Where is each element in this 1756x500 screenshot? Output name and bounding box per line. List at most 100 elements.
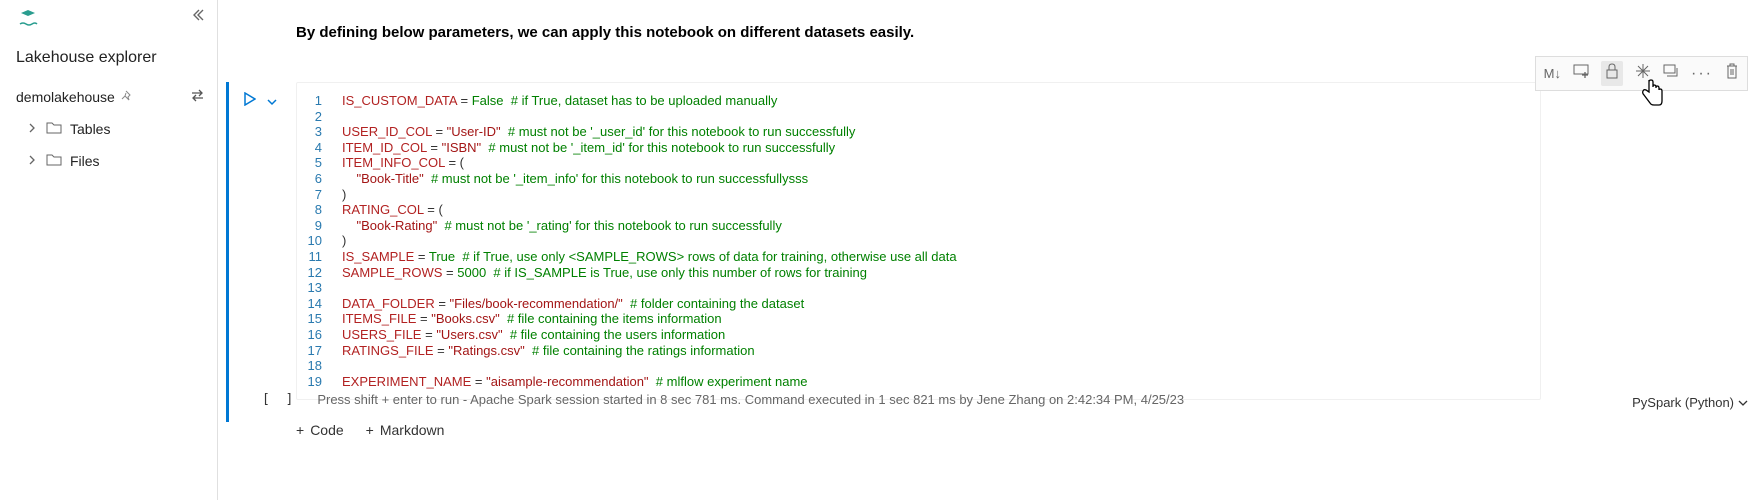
run-cell-icon[interactable]: [244, 92, 256, 111]
code-line[interactable]: 7): [297, 187, 1540, 203]
line-number: 9: [297, 218, 342, 234]
code-line[interactable]: 8RATING_COL = (: [297, 202, 1540, 218]
line-number: 10: [297, 233, 342, 249]
chevron-down-icon[interactable]: [266, 94, 278, 110]
line-number: 1: [297, 93, 342, 109]
code-content: RATINGS_FILE = "Ratings.csv" # file cont…: [342, 343, 755, 359]
tree-item-label: Files: [70, 153, 100, 169]
code-line[interactable]: 17RATINGS_FILE = "Ratings.csv" # file co…: [297, 343, 1540, 359]
code-line[interactable]: 10): [297, 233, 1540, 249]
lakehouse-name: demolakehouse: [16, 89, 115, 105]
notebook-main: By defining below parameters, we can app…: [218, 0, 1756, 500]
more-options-icon[interactable]: ···: [1691, 65, 1713, 83]
code-line[interactable]: 2: [297, 109, 1540, 125]
lakehouse-name-row[interactable]: demolakehouse: [16, 89, 205, 105]
code-line[interactable]: 12SAMPLE_ROWS = 5000 # if IS_SAMPLE is T…: [297, 265, 1540, 281]
add-markdown-label: Markdown: [380, 422, 445, 438]
code-cell[interactable]: 1IS_CUSTOM_DATA = False # if True, datas…: [296, 82, 1541, 400]
convert-markdown-button[interactable]: M↓: [1544, 66, 1561, 81]
add-cell-below-icon[interactable]: [1573, 64, 1589, 83]
line-number: 17: [297, 343, 342, 359]
code-line[interactable]: 15ITEMS_FILE = "Books.csv" # file contai…: [297, 311, 1540, 327]
code-line[interactable]: 4ITEM_ID_COL = "ISBN" # must not be '_it…: [297, 140, 1540, 156]
line-number: 2: [297, 109, 342, 125]
line-number: 4: [297, 140, 342, 156]
cell-active-indicator: [226, 82, 229, 422]
line-number: 5: [297, 155, 342, 171]
explorer-tree: Tables Files: [12, 121, 205, 169]
code-line[interactable]: 13: [297, 280, 1540, 296]
code-line[interactable]: 9 "Book-Rating" # must not be '_rating' …: [297, 218, 1540, 234]
folder-icon: [46, 121, 62, 137]
execution-count-brackets: [ ]: [262, 392, 293, 407]
cell-toolbar: M↓ ···: [1535, 56, 1748, 91]
code-content: EXPERIMENT_NAME = "aisample-recommendati…: [342, 374, 808, 390]
delete-cell-icon[interactable]: [1725, 63, 1739, 84]
code-content: [342, 109, 346, 125]
code-content: ): [342, 233, 346, 249]
add-cell-buttons: + Code + Markdown: [296, 422, 444, 438]
code-content: IS_SAMPLE = True # if True, use only <SA…: [342, 249, 957, 265]
code-content: IS_CUSTOM_DATA = False # if True, datase…: [342, 93, 777, 109]
code-content: [342, 280, 346, 296]
lakehouse-logo-icon: [18, 10, 205, 33]
plus-icon: +: [366, 422, 374, 438]
add-markdown-button[interactable]: + Markdown: [366, 422, 445, 438]
code-line[interactable]: 11IS_SAMPLE = True # if True, use only <…: [297, 249, 1540, 265]
code-content: [342, 358, 346, 374]
line-number: 13: [297, 280, 342, 296]
tree-item-label: Tables: [70, 121, 110, 137]
code-content: USER_ID_COL = "User-ID" # must not be '_…: [342, 124, 855, 140]
code-line[interactable]: 14DATA_FOLDER = "Files/book-recommendati…: [297, 296, 1540, 312]
code-content: "Book-Rating" # must not be '_rating' fo…: [342, 218, 782, 234]
line-number: 18: [297, 358, 342, 374]
plus-icon: +: [296, 422, 304, 438]
code-line[interactable]: 16USERS_FILE = "Users.csv" # file contai…: [297, 327, 1540, 343]
markdown-heading: By defining below parameters, we can app…: [296, 24, 914, 41]
code-content: ITEM_INFO_COL = (: [342, 155, 464, 171]
lakehouse-explorer-sidebar: Lakehouse explorer demolakehouse Tables F…: [0, 0, 218, 500]
code-content: SAMPLE_ROWS = 5000 # if IS_SAMPLE is Tru…: [342, 265, 867, 281]
lock-cell-icon[interactable]: [1601, 61, 1623, 86]
add-code-button[interactable]: + Code: [296, 422, 344, 438]
line-number: 12: [297, 265, 342, 281]
chevron-right-icon: [28, 123, 36, 136]
code-content: "Book-Title" # must not be '_item_info' …: [342, 171, 808, 187]
line-number: 16: [297, 327, 342, 343]
code-line[interactable]: 19EXPERIMENT_NAME = "aisample-recommenda…: [297, 374, 1540, 390]
duplicate-cell-icon[interactable]: [1663, 64, 1679, 83]
code-line[interactable]: 1IS_CUSTOM_DATA = False # if True, datas…: [297, 93, 1540, 109]
language-selector[interactable]: PySpark (Python): [1632, 395, 1748, 410]
folder-icon: [46, 153, 62, 169]
language-label: PySpark (Python): [1632, 395, 1734, 410]
collapse-sidebar-icon[interactable]: [191, 8, 205, 25]
code-line[interactable]: 18: [297, 358, 1540, 374]
code-content: ITEM_ID_COL = "ISBN" # must not be '_ite…: [342, 140, 835, 156]
line-number: 6: [297, 171, 342, 187]
code-line[interactable]: 5ITEM_INFO_COL = (: [297, 155, 1540, 171]
line-number: 7: [297, 187, 342, 203]
swap-icon[interactable]: [190, 89, 205, 105]
add-code-label: Code: [310, 422, 343, 438]
line-number: 11: [297, 249, 342, 265]
code-line[interactable]: 6 "Book-Title" # must not be '_item_info…: [297, 171, 1540, 187]
explorer-title: Lakehouse explorer: [16, 49, 205, 67]
cell-run-controls: [244, 92, 278, 111]
cell-status-row: [ ] Press shift + enter to run - Apache …: [258, 392, 1756, 407]
line-number: 3: [297, 124, 342, 140]
chevron-right-icon: [28, 155, 36, 168]
line-number: 8: [297, 202, 342, 218]
pin-icon[interactable]: [121, 90, 133, 105]
chevron-down-icon: [1738, 399, 1748, 407]
freeze-cell-icon[interactable]: [1635, 63, 1651, 84]
line-number: 19: [297, 374, 342, 390]
line-number: 15: [297, 311, 342, 327]
tree-item[interactable]: Files: [28, 153, 205, 169]
tree-item[interactable]: Tables: [28, 121, 205, 137]
line-number: 14: [297, 296, 342, 312]
code-content: ): [342, 187, 346, 203]
code-line[interactable]: 3USER_ID_COL = "User-ID" # must not be '…: [297, 124, 1540, 140]
code-content: ITEMS_FILE = "Books.csv" # file containi…: [342, 311, 722, 327]
code-content: USERS_FILE = "Users.csv" # file containi…: [342, 327, 725, 343]
code-content: DATA_FOLDER = "Files/book-recommendation…: [342, 296, 804, 312]
